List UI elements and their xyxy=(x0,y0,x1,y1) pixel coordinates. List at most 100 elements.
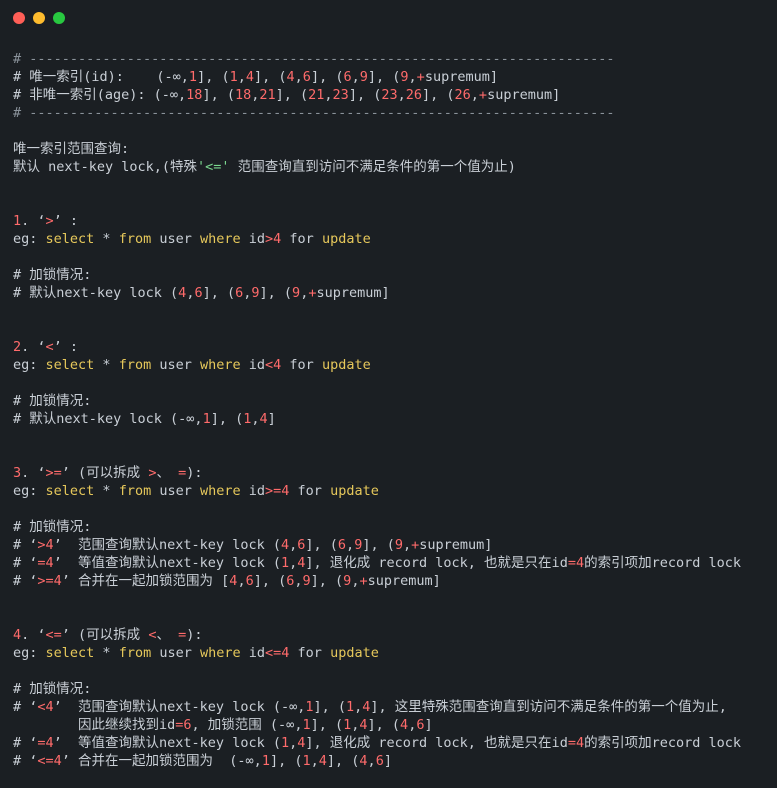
code-token: # ‘ xyxy=(13,735,38,751)
code-token: ’ (可以拆成 xyxy=(61,627,149,643)
code-line: 2. ‘<’ : xyxy=(13,338,777,356)
zoom-button[interactable] xyxy=(53,12,65,24)
code-token: # --------------------------------------… xyxy=(13,51,615,67)
code-token: ], ( xyxy=(362,537,395,553)
code-token: ] xyxy=(424,717,433,733)
code-token: 4 xyxy=(318,753,327,769)
code-token: , 加锁范围 (-∞, xyxy=(191,717,303,733)
code-token: ], ( xyxy=(310,69,344,85)
code-token: ], ( xyxy=(348,87,382,103)
code-token: 21 xyxy=(259,87,276,103)
code-token: ], ( xyxy=(197,69,230,85)
code-token: # 加锁情况: xyxy=(13,393,92,409)
code-token: ] xyxy=(267,411,276,427)
code-token: 4 xyxy=(400,717,409,733)
code-token: for xyxy=(289,483,331,499)
code-block: # --------------------------------------… xyxy=(13,50,777,770)
window-controls xyxy=(13,12,65,24)
code-token: ’ : xyxy=(53,339,79,355)
code-token: 2 xyxy=(13,339,22,355)
code-token: 因此继续找到id xyxy=(13,717,176,733)
code-line: # ‘>=4’ 合并在一起加锁范围为 [4,6], (6,9], (9,+sup… xyxy=(13,572,777,590)
code-token: # 默认next-key lock ( xyxy=(13,285,179,301)
code-token: 默认 next-key lock,(特殊 xyxy=(13,159,198,175)
code-token: supremum] xyxy=(487,87,561,103)
minimize-button[interactable] xyxy=(33,12,45,24)
code-token: # ‘ xyxy=(13,573,38,589)
code-token: + xyxy=(359,573,368,589)
code-token: for xyxy=(281,357,322,373)
code-token: ): xyxy=(186,465,203,481)
code-token: 23 xyxy=(332,87,349,103)
code-line: # 加锁情况: xyxy=(13,680,777,698)
code-token: 1 xyxy=(202,411,211,427)
code-token: , xyxy=(251,411,260,427)
code-token: ], ( xyxy=(313,699,346,715)
code-line: # --------------------------------------… xyxy=(13,50,777,68)
code-token: , xyxy=(237,573,246,589)
code-token: 6 xyxy=(337,537,347,553)
code-token: ], ( xyxy=(422,87,455,103)
code-token: ’ (可以拆成 xyxy=(61,465,149,481)
code-token: ], ( xyxy=(310,573,344,589)
code-token: =4 xyxy=(37,735,54,751)
code-line: # 唯一索引(id): (-∞,1], (1,4], (4,6], (6,9],… xyxy=(13,68,777,86)
code-token: > xyxy=(45,213,54,229)
code-token: 4 xyxy=(13,627,22,643)
code-token: , xyxy=(294,69,303,85)
close-button[interactable] xyxy=(13,12,25,24)
code-line: # 默认next-key lock (-∞,1], (1,4] xyxy=(13,410,777,428)
code-token: 4 xyxy=(259,411,268,427)
code-token: <= xyxy=(265,645,282,661)
code-token: update xyxy=(330,645,379,661)
code-token: 26 xyxy=(454,87,471,103)
code-token: , xyxy=(470,87,479,103)
code-token: 1 xyxy=(229,69,238,85)
code-token: , xyxy=(346,537,355,553)
code-token: 9 xyxy=(394,537,403,553)
code-token: 、 xyxy=(156,627,179,643)
code-token: 9 xyxy=(359,69,368,85)
code-token: ’ 合并在一起加锁范围为 [ xyxy=(61,573,230,589)
code-token: =6 xyxy=(175,717,192,733)
code-token: # 加锁情况: xyxy=(13,681,92,697)
code-token: 6 xyxy=(194,285,203,301)
code-token: from xyxy=(118,645,152,661)
code-token: supremum] xyxy=(419,537,493,553)
code-line: # 加锁情况: xyxy=(13,518,777,536)
code-token: # 加锁情况: xyxy=(13,267,92,283)
code-token: + xyxy=(478,87,488,103)
code-token: # --------------------------------------… xyxy=(13,105,615,121)
code-token: select xyxy=(45,231,95,247)
code-token: ’ 范围查询默认next-key lock (-∞, xyxy=(53,699,306,715)
code-token: # ‘ xyxy=(13,699,38,715)
code-token: # 加锁情况: xyxy=(13,519,92,535)
code-token: < xyxy=(265,357,274,373)
code-line: 因此继续找到id=6, 加锁范围 (-∞,1], (1,4], (4,6] xyxy=(13,716,777,734)
code-line: # ‘=4’ 等值查询默认next-key lock (1,4], 退化成 re… xyxy=(13,734,777,752)
code-token: user xyxy=(151,357,200,373)
code-line: # --------------------------------------… xyxy=(13,104,777,122)
code-line: # 加锁情况: xyxy=(13,266,777,284)
code-token: ], ( xyxy=(210,411,244,427)
code-token: 6 xyxy=(375,753,384,769)
code-token: 18 xyxy=(234,87,252,103)
code-token: ], ( xyxy=(269,753,303,769)
code-token: ] xyxy=(383,753,392,769)
code-token: # 默认next-key lock (-∞, xyxy=(13,411,203,427)
code-token: 1 xyxy=(13,213,22,229)
code-token: 1 xyxy=(188,69,198,85)
code-token: 的索引项加record lock xyxy=(584,735,741,751)
code-token: , xyxy=(294,573,303,589)
code-token: * xyxy=(94,357,119,373)
code-token: ], ( xyxy=(254,69,287,85)
code-token: ], ( xyxy=(367,717,401,733)
code-token: 6 xyxy=(343,69,352,85)
code-token: ], 这里特殊范围查询直到访问不满足条件的第一个值为止, xyxy=(370,699,727,715)
code-token: 4 xyxy=(280,537,290,553)
code-token: ], ( xyxy=(259,285,293,301)
code-token: eg: xyxy=(13,357,46,373)
